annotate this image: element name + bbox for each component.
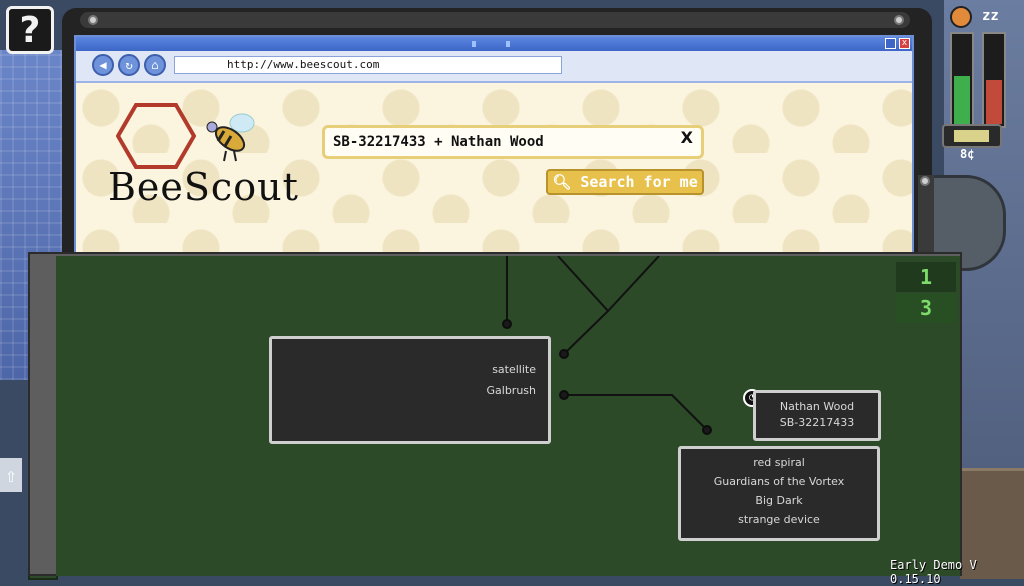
- hexagon-logo-icon: [116, 103, 196, 169]
- board-page-tab[interactable]: 1: [896, 262, 956, 292]
- monitor-stand: [918, 175, 934, 255]
- screw-icon: [920, 176, 930, 186]
- clue-card-vortex[interactable]: red spiral Guardians of the Vortex Big D…: [678, 446, 880, 541]
- home-icon[interactable]: ⌂: [144, 54, 166, 76]
- money-counter: 8¢: [960, 147, 975, 161]
- up-arrow-icon[interactable]: ⇧: [0, 458, 22, 492]
- close-button[interactable]: x: [899, 38, 910, 49]
- clue-item[interactable]: satellite: [492, 363, 536, 376]
- clue-item[interactable]: Galbrush: [487, 384, 537, 397]
- clue-item[interactable]: Big Dark: [681, 494, 877, 507]
- connection-line: [557, 256, 610, 355]
- refresh-icon[interactable]: ↻: [118, 54, 140, 76]
- search-input[interactable]: SB-32217433 + Nathan Wood X: [322, 125, 704, 159]
- magnifier-icon: 🔍︎: [552, 173, 581, 191]
- back-icon[interactable]: ◀: [92, 54, 114, 76]
- screw-icon: [894, 15, 904, 25]
- clue-card-person[interactable]: Nathan Wood SB-32217433: [753, 390, 881, 441]
- hunger-gauge-fill: [954, 75, 970, 124]
- sleep-gauge-fill: [986, 80, 1002, 124]
- hunger-gauge: [950, 32, 974, 128]
- titlebar-dot: [472, 41, 476, 47]
- sleep-gauge: [982, 32, 1006, 128]
- browser-titlebar[interactable]: x: [76, 37, 912, 51]
- bee-icon: [206, 113, 255, 162]
- clue-item[interactable]: Guardians of the Vortex: [681, 475, 877, 488]
- person-id: SB-32217433: [779, 416, 855, 429]
- clear-search-button[interactable]: X: [681, 128, 693, 147]
- screw-icon: [88, 15, 98, 25]
- board-page-tabs: 1 3: [896, 262, 956, 324]
- pin-icon[interactable]: [702, 425, 712, 435]
- clue-item[interactable]: red spiral: [681, 456, 877, 469]
- site-name: BeeScout: [108, 165, 299, 209]
- pin-icon[interactable]: [559, 349, 569, 359]
- minimize-button[interactable]: [885, 38, 896, 49]
- connection-line: [564, 394, 708, 431]
- search-button-label: Search for me: [580, 173, 698, 191]
- pin-icon[interactable]: [502, 319, 512, 329]
- food-icon: [950, 6, 972, 28]
- clue-item[interactable]: strange device: [681, 513, 877, 526]
- browser-content: BeeScout SB-32217433 + Nathan Wood X 🔍︎ …: [76, 83, 912, 263]
- titlebar-dot: [506, 41, 510, 47]
- energy-gauge: [942, 124, 1002, 148]
- energy-gauge-fill: [954, 130, 989, 142]
- connection-line: [607, 256, 660, 312]
- version-label: Early Demo V 0.15.10: [890, 558, 977, 586]
- clue-card-satellite[interactable]: satellite Galbrush: [269, 336, 551, 444]
- browser-window: x ◀ ↻ ⌂ http://www.beescout.com BeeScout…: [74, 35, 914, 265]
- board-page-tab[interactable]: 3: [896, 293, 956, 323]
- search-value: SB-32217433 + Nathan Wood: [333, 134, 544, 150]
- status-gauges: zz: [938, 6, 1018, 156]
- url-bar[interactable]: http://www.beescout.com: [174, 56, 562, 74]
- search-button[interactable]: 🔍︎ Search for me: [546, 169, 704, 195]
- help-button[interactable]: ?: [6, 6, 54, 54]
- sleep-icon: zz: [982, 8, 999, 24]
- browser-toolbar: ◀ ↻ ⌂ http://www.beescout.com: [76, 51, 912, 83]
- person-name: Nathan Wood: [779, 400, 855, 413]
- pin-icon[interactable]: [559, 390, 569, 400]
- monitor-top-bar: [80, 12, 910, 28]
